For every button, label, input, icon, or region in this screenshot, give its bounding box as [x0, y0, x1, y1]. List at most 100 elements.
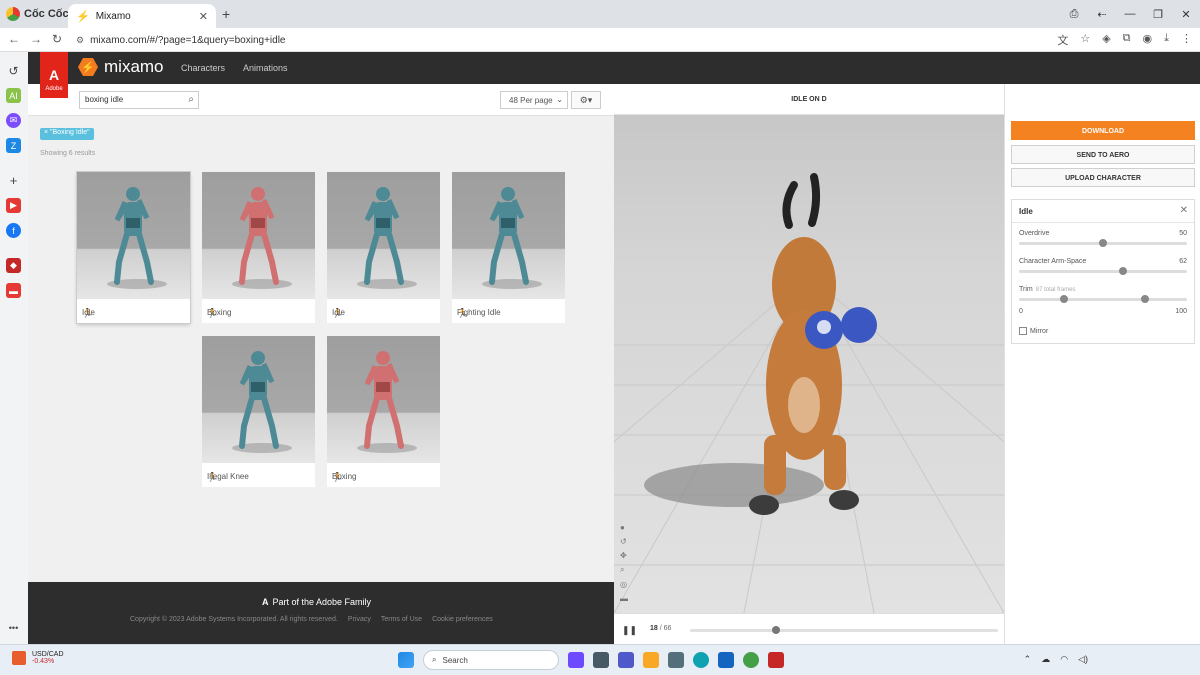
armspace-slider[interactable] — [1019, 267, 1187, 275]
widgets-icon[interactable] — [568, 652, 584, 668]
search-input[interactable]: boxing idle ⌕ — [79, 91, 199, 109]
download-button[interactable]: DOWNLOAD — [1011, 121, 1195, 140]
teams-icon[interactable] — [618, 652, 634, 668]
bookmark-star-icon[interactable]: ☆ — [1080, 32, 1090, 48]
site-info-icon[interactable]: ⚙ — [76, 35, 84, 46]
app-red-icon[interactable] — [768, 652, 784, 668]
result-card[interactable]: 🏃 Illegal Knee — [202, 336, 315, 487]
messenger-icon[interactable]: ✉ — [6, 113, 21, 128]
store-icon[interactable] — [668, 652, 684, 668]
overdrive-slider[interactable] — [1019, 239, 1187, 247]
nav-animations[interactable]: Animations — [243, 63, 288, 73]
result-thumbnail[interactable] — [327, 336, 440, 463]
forward-icon[interactable]: → — [30, 32, 42, 46]
tab-close-icon[interactable]: ✕ — [199, 10, 208, 23]
facebook-icon[interactable]: f — [6, 223, 21, 238]
privacy-link[interactable]: Privacy — [348, 616, 371, 623]
armspace-handle[interactable] — [1119, 267, 1128, 275]
new-tab-icon[interactable]: + — [222, 6, 230, 22]
settings-dropdown[interactable]: ⚙▾ — [571, 91, 601, 109]
mirror-toggle[interactable]: Mirror — [1019, 327, 1048, 335]
mirror-checkbox[interactable] — [1019, 327, 1027, 335]
screenshot-icon[interactable]: ⎙ — [1060, 8, 1088, 21]
result-thumbnail[interactable] — [77, 172, 190, 299]
filter-chip[interactable]: × "Boxing Idle" — [40, 128, 94, 140]
trim-slider[interactable] — [1019, 295, 1187, 303]
ai-icon[interactable]: AI — [6, 88, 21, 103]
rotate-icon[interactable]: ↺ — [620, 537, 628, 546]
restore-icon[interactable]: ❐ — [1144, 8, 1172, 21]
task-view-icon[interactable] — [593, 652, 609, 668]
result-card[interactable]: 🏃 Fighting Idle — [452, 172, 565, 323]
download-icon[interactable]: ⤓ — [1164, 32, 1169, 48]
fullscreen-icon[interactable]: ▬ — [620, 594, 628, 603]
mixamo-hex-icon: ⚡ — [78, 58, 98, 76]
cloud-icon[interactable]: ☁ — [1041, 654, 1050, 665]
reset-view-icon[interactable]: ◎ — [620, 580, 628, 589]
edge-icon[interactable] — [693, 652, 709, 668]
mixamo-favicon-icon: ⚡ — [76, 10, 90, 23]
camera-icon[interactable]: ● — [620, 523, 628, 532]
ticker-widget[interactable]: USD/CAD -0.43% — [12, 651, 64, 665]
add-app-icon[interactable]: + — [6, 173, 21, 188]
history-back-icon[interactable]: ⇠ — [1088, 8, 1116, 21]
result-thumbnail[interactable] — [202, 336, 315, 463]
minimize-icon[interactable]: — — [1116, 8, 1144, 20]
upload-character-button[interactable]: UPLOAD CHARACTER — [1011, 168, 1195, 187]
params-divider — [1012, 222, 1194, 223]
result-thumbnail[interactable] — [452, 172, 565, 299]
reload-icon[interactable]: ↻ — [52, 32, 62, 46]
result-thumbnail[interactable] — [327, 172, 440, 299]
coccoc-taskbar-icon[interactable] — [743, 652, 759, 668]
result-card[interactable]: 🏃 Boxing — [202, 172, 315, 323]
result-thumbnail[interactable] — [202, 172, 315, 299]
adobe-small-icon: A — [262, 597, 269, 607]
file-explorer-icon[interactable] — [643, 652, 659, 668]
timeline-handle[interactable] — [772, 626, 781, 634]
overdrive-handle[interactable] — [1099, 239, 1107, 247]
app-m-icon[interactable] — [718, 652, 734, 668]
3d-viewport[interactable]: ● ↺ ✥ ⌕ ◎ ▬ — [614, 115, 1004, 613]
wifi-icon[interactable]: ◠ — [1060, 654, 1068, 665]
back-icon[interactable]: ← — [8, 32, 20, 46]
history-icon[interactable]: ↺ — [6, 63, 21, 78]
trim-end-handle[interactable] — [1141, 295, 1149, 303]
per-page-select[interactable]: 48 Per page ⌄ — [500, 91, 568, 109]
pause-icon[interactable]: ❚❚ — [622, 625, 637, 636]
adobe-logo[interactable]: A Adobe — [40, 52, 68, 98]
more-icon[interactable]: ••• — [6, 620, 21, 635]
menu-icon[interactable]: ⋮ — [1181, 32, 1192, 48]
tray-chevron-icon[interactable]: ⌃ — [1024, 654, 1032, 665]
result-card[interactable]: 🏃 Idle — [327, 172, 440, 323]
window-close-icon[interactable]: ✕ — [1172, 8, 1200, 21]
close-icon[interactable]: ✕ — [1180, 205, 1188, 216]
cookie-link[interactable]: Cookie preferences — [432, 616, 493, 623]
browser-brand[interactable]: Cốc Cốc — [6, 6, 69, 22]
translate-icon[interactable]: 文 — [1057, 32, 1068, 48]
start-icon[interactable] — [398, 652, 414, 668]
mixamo-logo[interactable]: ⚡ mixamo — [78, 57, 164, 77]
zoom-icon[interactable]: ⌕ — [620, 565, 628, 575]
zalo-icon[interactable]: Z — [6, 138, 21, 153]
window-controls: ⎙ ⇠ — ❐ ✕ — [1060, 0, 1200, 28]
result-card[interactable]: 🏃 Idle — [77, 172, 190, 323]
character-figure — [107, 187, 167, 289]
profile-icon[interactable]: ◉ — [1143, 32, 1153, 48]
search-icon[interactable]: ⌕ — [188, 94, 194, 105]
trim-start-handle[interactable] — [1060, 295, 1069, 303]
result-card[interactable]: 🏃 Boxing — [327, 336, 440, 487]
youtube-icon[interactable]: ▶ — [6, 198, 21, 213]
nav-characters[interactable]: Characters — [181, 63, 225, 73]
taskbar-search[interactable]: ⌕ Search — [423, 650, 559, 670]
terms-link[interactable]: Terms of Use — [381, 616, 422, 623]
extensions-icon[interactable]: ⧉ — [1123, 32, 1131, 48]
volume-icon[interactable]: ◁) — [1078, 654, 1088, 665]
pan-icon[interactable]: ✥ — [620, 551, 628, 560]
app-shortcut-icon[interactable]: ◆ — [6, 258, 21, 273]
app-shortcut-2-icon[interactable]: ▬ — [6, 283, 21, 298]
url-field[interactable]: ⚙ mixamo.com/#/?page=1&query=boxing+idle — [76, 31, 1026, 49]
timeline-slider[interactable] — [690, 626, 998, 634]
send-to-aero-button[interactable]: SEND TO AERO — [1011, 145, 1195, 164]
browser-tab-mixamo[interactable]: ⚡ Mixamo ✕ — [68, 4, 216, 28]
shield-icon[interactable]: ◈ — [1102, 32, 1110, 48]
